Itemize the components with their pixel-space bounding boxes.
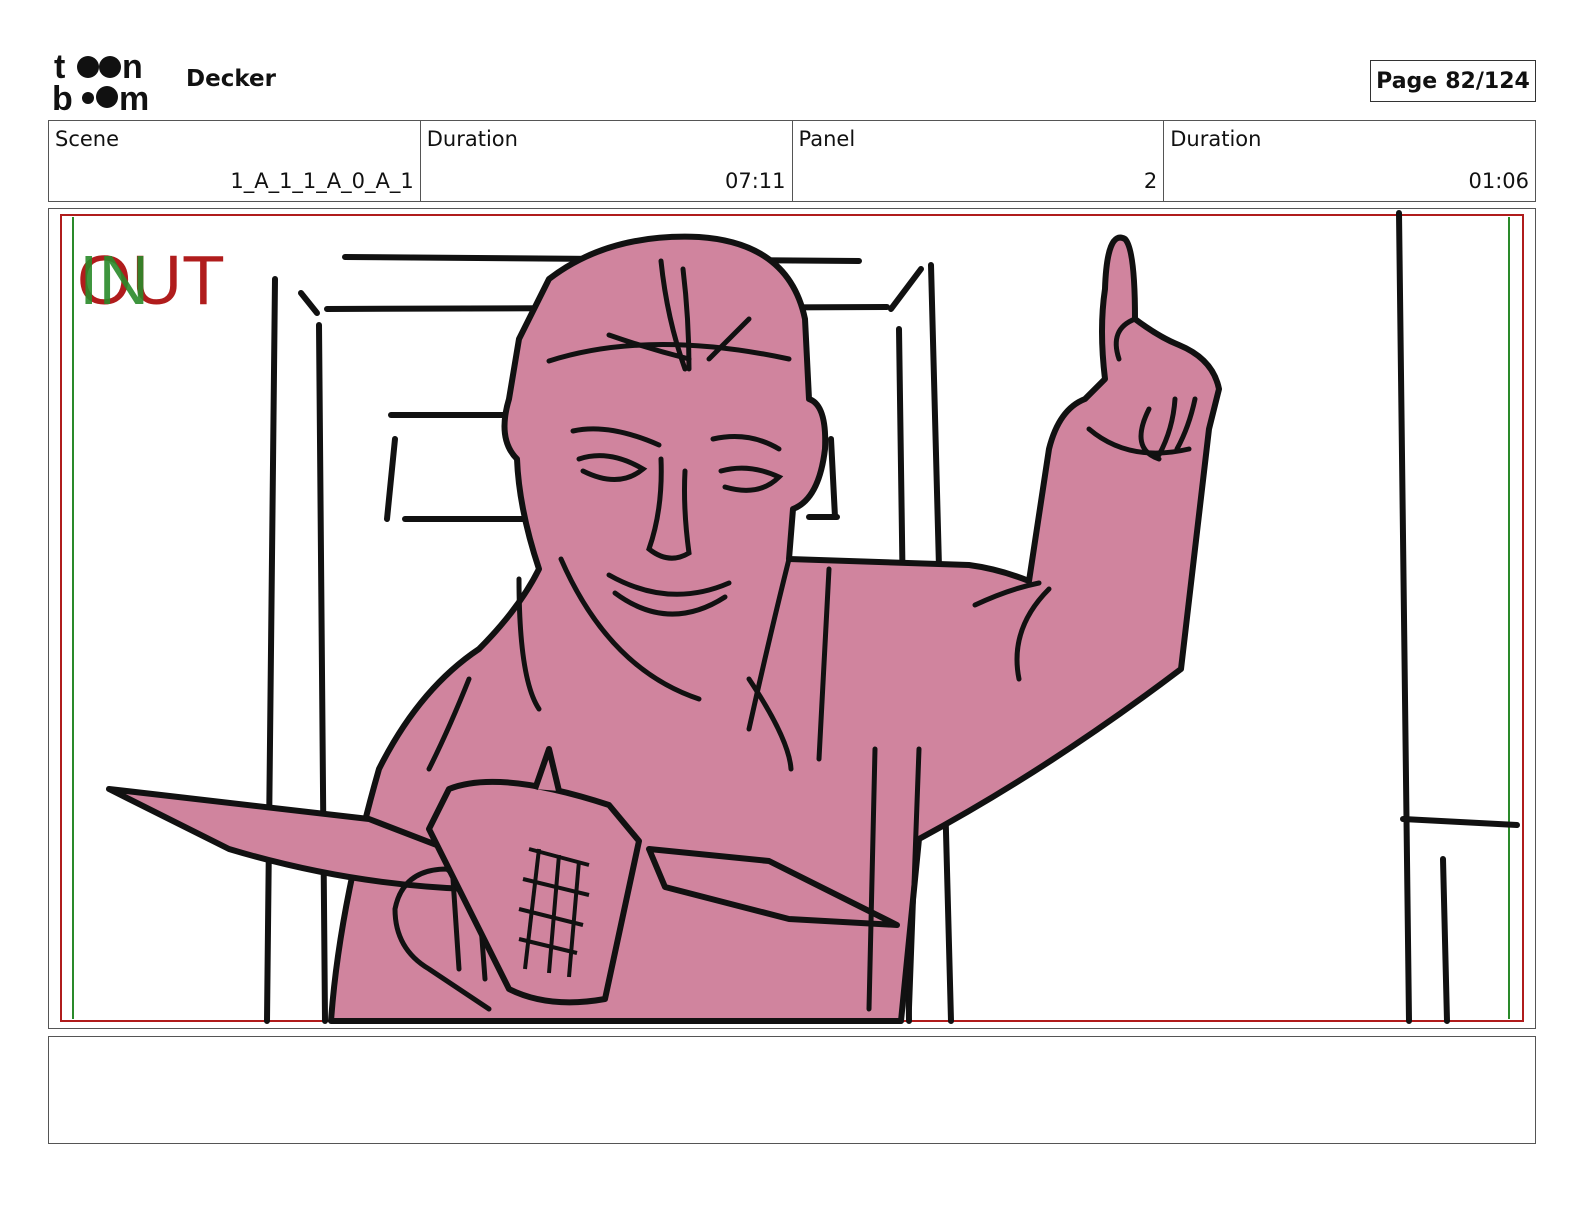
scene-cell: Scene 1_A_1_1_A_0_A_1 [49,121,421,201]
project-title: Decker [186,66,276,92]
svg-text:m: m [119,80,149,112]
notes-box [48,1036,1536,1144]
scene-duration-value: 07:11 [724,169,786,193]
panel-duration-value: 01:06 [1468,169,1529,193]
scene-duration-label: Duration [426,127,518,151]
storyboard-panel: OUT IN [48,208,1536,1029]
panel-value: 2 [1143,169,1158,193]
svg-text:b: b [52,80,73,112]
panel-label: Panel [798,127,856,151]
panel-duration-label: Duration [1170,127,1262,151]
page-label: Page [1376,68,1438,94]
toonboom-logo: t n b m [52,48,164,118]
panel-drawing: OUT IN [60,210,1524,1024]
scene-duration-cell: Duration 07:11 [421,121,793,201]
panel-cell: Panel 2 [793,121,1165,201]
page-number: 82/124 [1445,68,1530,94]
page-indicator: Page 82/124 [1370,60,1536,102]
panel-duration-cell: Duration 01:06 [1164,121,1535,201]
scene-info-table: Scene 1_A_1_1_A_0_A_1 Duration 07:11 Pan… [48,120,1536,202]
scene-label: Scene [55,127,120,151]
scene-value: 1_A_1_1_A_0_A_1 [230,169,414,193]
in-marker: IN [79,241,149,319]
